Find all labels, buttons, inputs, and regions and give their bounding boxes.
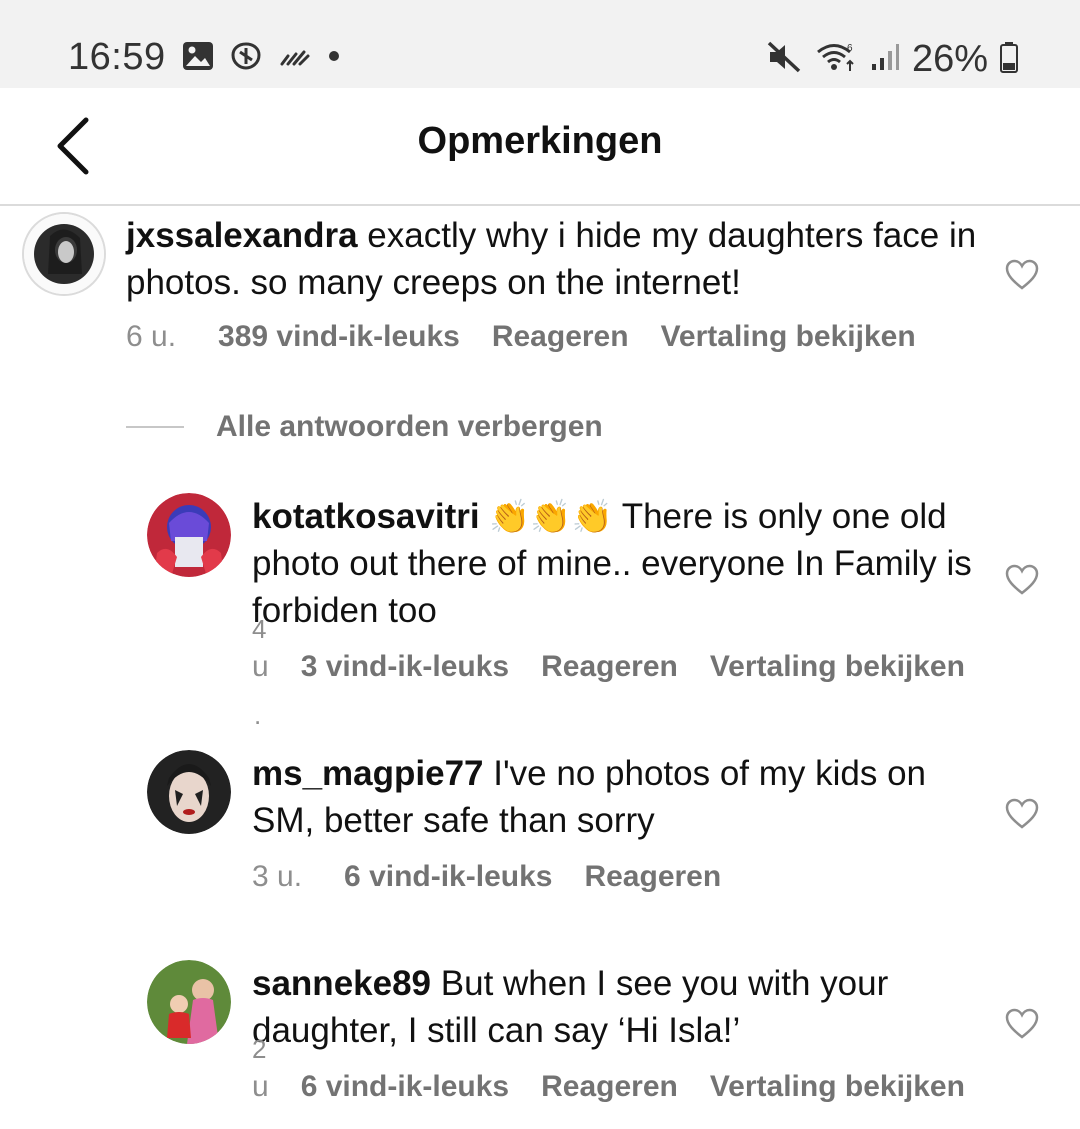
avatar[interactable] xyxy=(22,212,106,296)
comment-time-part: u xyxy=(252,1070,269,1103)
comment-meta: 3 u. 6 vind-ik-leuks Reageren xyxy=(252,860,721,894)
translate-button[interactable]: Vertaling bekijken xyxy=(710,650,965,684)
heart-icon[interactable] xyxy=(1005,1007,1039,1041)
comment-text: jxssalexandra exactly why i hide my daug… xyxy=(126,212,986,306)
signal-icon xyxy=(870,42,900,77)
avatar[interactable] xyxy=(147,960,231,1044)
mute-icon xyxy=(766,40,802,79)
reply-button[interactable]: Reageren xyxy=(541,1070,678,1104)
reply-button[interactable]: Reageren xyxy=(492,320,629,354)
svg-text:6: 6 xyxy=(847,43,853,54)
shield-icon xyxy=(228,40,264,77)
comment-username[interactable]: sanneke89 xyxy=(252,964,431,1003)
battery-percentage: 26% xyxy=(911,38,988,80)
comment-username[interactable]: kotatkosavitri xyxy=(252,497,480,536)
dot-icon xyxy=(326,48,342,69)
hide-replies-label: Alle antwoorden verbergen xyxy=(216,410,603,443)
status-right-icons: 6 26% xyxy=(766,38,1018,81)
page-title: Opmerkingen xyxy=(417,120,663,162)
likes-count[interactable]: 3 vind-ik-leuks xyxy=(301,650,509,684)
likes-count[interactable]: 389 vind-ik-leuks xyxy=(218,320,460,354)
status-bar: 16:59 6 26% xyxy=(0,0,1080,88)
comment-time-part: . xyxy=(254,700,262,730)
gallery-icon xyxy=(182,41,214,76)
likes-count[interactable]: 6 vind-ik-leuks xyxy=(301,1070,509,1104)
hide-replies-toggle[interactable]: Alle antwoorden verbergen xyxy=(126,410,603,444)
header-bar: Opmerkingen xyxy=(0,88,1080,206)
comment-text: ms_magpie77 I've no photos of my kids on… xyxy=(252,750,982,844)
comment-meta: 6 u. 389 vind-ik-leuks Reageren Vertalin… xyxy=(126,320,916,354)
battery-icon xyxy=(1000,41,1018,78)
reply-button[interactable]: Reageren xyxy=(541,650,678,684)
comment-username[interactable]: ms_magpie77 xyxy=(252,754,484,793)
reply-button[interactable]: Reageren xyxy=(584,860,721,894)
translate-button[interactable]: Vertaling bekijken xyxy=(710,1070,965,1104)
wifi-icon: 6 xyxy=(814,41,858,78)
comment-time: 6 u. xyxy=(126,320,177,353)
comment-text: kotatkosavitri 👏👏👏 There is only one old… xyxy=(252,493,982,634)
heart-icon[interactable] xyxy=(1005,563,1039,597)
clapping-hands-emoji: 👏👏👏 xyxy=(489,498,613,535)
comment-time: 3 u. xyxy=(252,860,303,893)
comment-time-part: u xyxy=(252,650,269,683)
comment-meta: u 3 vind-ik-leuks Reageren Vertaling bek… xyxy=(252,650,965,684)
comment-text: sanneke89 But when I see you with your d… xyxy=(252,960,982,1054)
comment-time-part: 2 xyxy=(252,1034,267,1064)
likes-count[interactable]: 6 vind-ik-leuks xyxy=(344,860,552,894)
wifi-calling-icon xyxy=(278,42,312,75)
translate-button[interactable]: Vertaling bekijken xyxy=(661,320,916,354)
avatar[interactable] xyxy=(147,750,231,834)
heart-icon[interactable] xyxy=(1005,258,1039,292)
comment-time-part: 4 xyxy=(252,614,267,644)
comment-meta: u 6 vind-ik-leuks Reageren Vertaling bek… xyxy=(252,1070,965,1104)
heart-icon[interactable] xyxy=(1005,797,1039,831)
status-left-icons xyxy=(182,40,342,77)
status-time: 16:59 xyxy=(68,36,166,78)
comment-username[interactable]: jxssalexandra xyxy=(126,216,358,255)
divider xyxy=(126,426,184,428)
avatar[interactable] xyxy=(147,493,231,577)
